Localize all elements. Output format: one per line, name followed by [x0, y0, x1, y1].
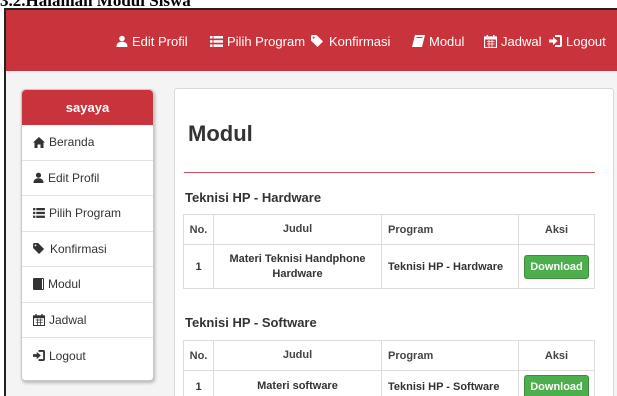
cell-aksi: Download: [518, 370, 595, 396]
title-divider: [184, 172, 595, 173]
nav-label: Modul: [429, 33, 465, 49]
sidebar: sayaya Beranda Edit Profil Pilih Program…: [21, 89, 154, 381]
nav-label: Logout: [566, 33, 606, 49]
list-icon: [33, 208, 45, 219]
table-header-row: No. Judul Program Aksi: [183, 340, 595, 371]
sidebar-item-label: Pilih Program: [49, 206, 122, 221]
nav-jadwal[interactable]: Jadwal: [484, 31, 541, 51]
nav-modul[interactable]: Modul: [412, 31, 464, 51]
nav-label: Pilih Program: [227, 33, 306, 49]
nav-pilih-program[interactable]: Pilih Program: [210, 31, 305, 51]
home-icon: [33, 136, 45, 148]
cell-judul: Materi Teknisi Handphone Hardware: [213, 244, 382, 289]
calendar-icon: [484, 34, 497, 48]
cell-no: 1: [183, 244, 214, 289]
table-row: 1 Materi Teknisi Handphone Hardware Tekn…: [183, 244, 595, 289]
list-icon: [210, 35, 223, 47]
top-navbar: Edit Profil Pilih Program Konfirmasi Mod…: [6, 10, 617, 71]
download-button[interactable]: Download: [524, 254, 589, 279]
nav-label: Edit Profil: [132, 33, 188, 49]
logout-icon: [33, 350, 45, 362]
sidebar-username: sayaya: [22, 90, 153, 125]
nav-label: Konfirmasi: [329, 33, 391, 49]
col-header-no: No.: [183, 340, 214, 371]
sidebar-item-label: Logout: [49, 348, 86, 363]
sidebar-item-label: Beranda: [49, 135, 95, 150]
book-icon: [412, 35, 425, 47]
col-header-no: No.: [183, 214, 214, 245]
sidebar-item-jadwal[interactable]: Jadwal: [22, 303, 153, 338]
sidebar-item-label: Modul: [48, 277, 81, 292]
sidebar-item-modul[interactable]: Modul: [22, 267, 153, 303]
sidebar-item-label: Edit Profil: [48, 170, 100, 185]
calendar-icon: [33, 313, 45, 326]
sidebar-item-beranda[interactable]: Beranda: [22, 125, 153, 161]
col-header-judul: Judul: [213, 340, 382, 371]
col-header-aksi: Aksi: [518, 340, 595, 371]
app-window: Edit Profil Pilih Program Konfirmasi Mod…: [4, 8, 617, 396]
sidebar-item-logout[interactable]: Logout: [22, 338, 153, 374]
cell-aksi: Download: [518, 244, 595, 289]
nav-label: Jadwal: [501, 33, 542, 49]
sidebar-item-label: Konfirmasi: [50, 241, 107, 256]
modul-panel: Modul Teknisi HP - Hardware No. Judul Pr…: [174, 88, 614, 396]
user-icon: [116, 35, 128, 47]
book-icon: [33, 278, 44, 291]
tag-icon: [33, 243, 45, 255]
user-icon: [33, 172, 44, 184]
sidebar-item-edit-profil[interactable]: Edit Profil: [22, 161, 153, 196]
cell-judul: Materi software: [213, 370, 382, 396]
sidebar-item-konfirmasi[interactable]: Konfirmasi: [22, 232, 153, 267]
download-button[interactable]: Download: [524, 374, 589, 396]
col-header-judul: Judul: [213, 214, 382, 245]
section-title-software: Teknisi HP - Software: [185, 315, 317, 330]
modul-table-hardware: No. Judul Program Aksi 1 Materi Teknisi …: [183, 214, 595, 289]
nav-logout[interactable]: Logout: [549, 31, 606, 51]
logout-icon: [549, 35, 562, 47]
tag-icon: [311, 35, 323, 47]
col-header-program: Program: [381, 214, 519, 245]
col-header-aksi: Aksi: [518, 214, 595, 245]
cell-no: 1: [183, 370, 214, 396]
table-header-row: No. Judul Program Aksi: [183, 214, 595, 245]
section-title-hardware: Teknisi HP - Hardware: [185, 190, 322, 205]
cell-program: Teknisi HP - Software: [381, 370, 519, 396]
nav-konfirmasi[interactable]: Konfirmasi: [311, 31, 390, 51]
modul-table-software: No. Judul Program Aksi 1 Materi software…: [183, 340, 595, 396]
table-row: 1 Materi software Teknisi HP - Software …: [183, 370, 595, 396]
col-header-program: Program: [381, 340, 519, 371]
sidebar-item-pilih-program[interactable]: Pilih Program: [22, 196, 153, 232]
nav-edit-profil[interactable]: Edit Profil: [116, 31, 188, 51]
page-title: Modul: [188, 121, 253, 146]
sidebar-item-label: Jadwal: [49, 312, 87, 327]
cell-program: Teknisi HP - Hardware: [381, 244, 519, 289]
